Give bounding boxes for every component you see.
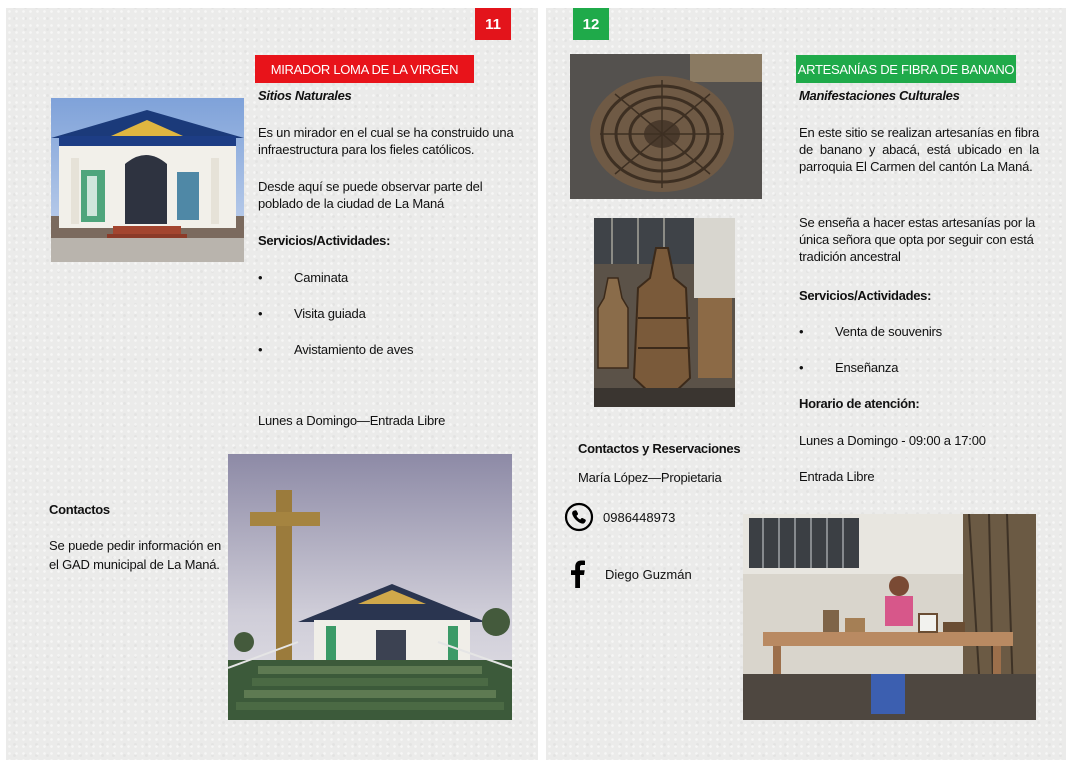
entry-text: Entrada Libre <box>799 469 875 484</box>
phone-icon <box>564 502 594 532</box>
category-label: Manifestaciones Culturales <box>799 88 960 103</box>
list-item: Enseñanza <box>799 360 1039 396</box>
facebook-row[interactable]: Diego Guzmán <box>568 560 692 588</box>
artisan-photo <box>743 514 1036 720</box>
chapel-photo <box>51 98 244 262</box>
bottles-photo <box>594 218 735 407</box>
facebook-name: Diego Guzmán <box>605 566 692 582</box>
contacts-heading: Contactos <box>49 502 110 517</box>
description-paragraph-1: Es un mirador en el cual se ha construid… <box>258 125 514 157</box>
list-item: Caminata <box>258 270 518 306</box>
list-item: Avistamiento de aves <box>258 342 518 378</box>
services-heading: Servicios/Actividades: <box>799 288 932 303</box>
category-label: Sitios Naturales <box>258 88 352 103</box>
contacts-heading: Contactos y Reservaciones <box>578 441 741 456</box>
facebook-icon <box>568 560 588 588</box>
page-number-11: 11 <box>475 8 511 40</box>
hours-heading: Horario de atención: <box>799 396 920 411</box>
title-banner-mirador: MIRADOR LOMA DE LA VIRGEN <box>255 55 474 83</box>
hours-text: Lunes a Domingo - 09:00 a 17:00 <box>799 433 986 448</box>
page-number-12: 12 <box>573 8 609 40</box>
services-list: Caminata Visita guiada Avistamiento de a… <box>258 270 518 378</box>
schedule-text: Lunes a Domingo—Entrada Libre <box>258 413 446 428</box>
list-item: Venta de souvenirs <box>799 324 1039 360</box>
phone-number: 0986448973 <box>603 509 676 525</box>
list-item: Visita guiada <box>258 306 518 342</box>
owner-text: María López—Propietaria <box>578 470 722 485</box>
description-paragraph-2: Desde aquí se puede observar parte del p… <box>258 179 483 211</box>
description-paragraph-1: En este sitio se realizan artesanías en … <box>799 125 1039 174</box>
page-11: 11 MIRADOR LOMA DE LA VIRGEN Sitios Natu… <box>6 8 538 760</box>
phone-row[interactable]: 0986448973 <box>564 502 675 532</box>
contacts-text: Se puede pedir información en el GAD mun… <box>49 538 221 572</box>
page-12: 12 ARTESANÍAS DE FIBRA DE BANANO Manifes… <box>546 8 1066 760</box>
services-heading: Servicios/Actividades: <box>258 233 391 248</box>
hat-photo <box>570 54 762 199</box>
title-banner-artesanias: ARTESANÍAS DE FIBRA DE BANANO <box>796 55 1016 83</box>
description-paragraph-2: Se enseña a hacer estas artesanías por l… <box>799 215 1036 264</box>
cross-photo <box>228 454 512 720</box>
services-list: Venta de souvenirs Enseñanza <box>799 324 1039 396</box>
